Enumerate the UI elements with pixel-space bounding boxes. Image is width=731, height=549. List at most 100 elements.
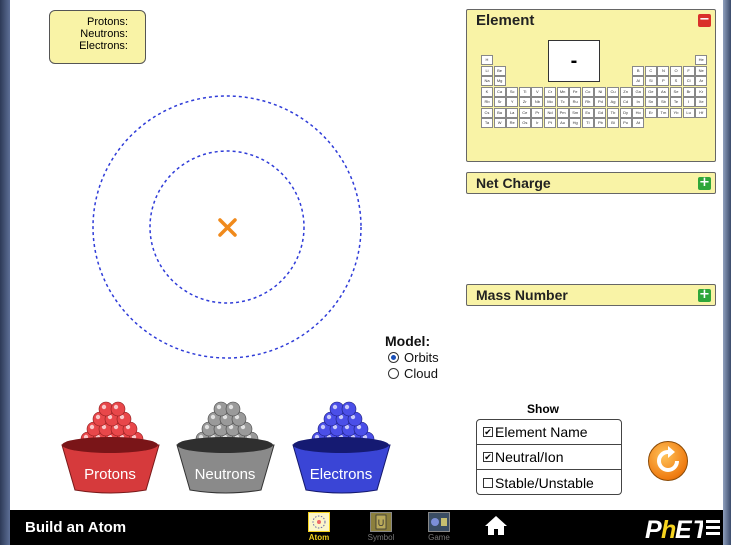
periodic-table-cell[interactable]: Po	[619, 118, 632, 128]
periodic-table-cell[interactable]: Rb	[481, 97, 493, 107]
periodic-table-cell[interactable]: Be	[493, 65, 506, 76]
periodic-table-cell[interactable]: Cs	[481, 107, 493, 118]
periodic-table-cell[interactable]: Cd	[619, 97, 632, 107]
periodic-table-cell[interactable]: Ne	[695, 65, 708, 76]
particle[interactable]	[110, 401, 126, 417]
periodic-table-cell[interactable]: Ag	[607, 97, 619, 107]
periodic-table-cell[interactable]: I	[682, 97, 695, 107]
periodic-table-cell[interactable]: Re	[506, 118, 519, 128]
menu-icon[interactable]	[706, 520, 720, 538]
periodic-table-cell[interactable]: Pr	[531, 107, 544, 118]
periodic-table-cell[interactable]: As	[657, 86, 670, 97]
periodic-table-cell[interactable]: Pm	[556, 107, 569, 118]
periodic-table-cell[interactable]: Br	[682, 86, 695, 97]
periodic-table-cell[interactable]: Al	[632, 76, 645, 86]
periodic-table-cell[interactable]: V	[531, 86, 544, 97]
show-element-name[interactable]: ✔ Element Name	[477, 420, 621, 445]
net-charge-panel[interactable]: Net Charge +	[466, 172, 716, 194]
periodic-table-cell[interactable]: Ho	[632, 107, 645, 118]
checkbox-empty-icon[interactable]	[483, 477, 493, 488]
periodic-table-cell[interactable]: B	[632, 65, 645, 76]
periodic-table-cell[interactable]: Sb	[657, 97, 670, 107]
periodic-table-cell[interactable]: Nd	[544, 107, 556, 118]
periodic-table-cell[interactable]: Ge	[644, 86, 657, 97]
periodic-table-cell[interactable]: Xe	[695, 97, 708, 107]
periodic-table-cell[interactable]: H	[481, 55, 493, 65]
periodic-table-cell[interactable]: Li	[481, 65, 493, 76]
periodic-table-cell[interactable]: P	[657, 76, 670, 86]
periodic-table-cell[interactable]: Cl	[682, 76, 695, 86]
periodic-table-cell[interactable]: Sm	[569, 107, 582, 118]
periodic-table-cell[interactable]: Sn	[644, 97, 657, 107]
periodic-table-cell[interactable]: Ce	[518, 107, 531, 118]
periodic-table-cell[interactable]: Ba	[493, 107, 506, 118]
periodic-table-cell[interactable]: Ir	[531, 118, 544, 128]
show-neutral-ion[interactable]: ✔ Neutral/Ion	[477, 445, 621, 470]
protons-bucket[interactable]: Protons	[58, 392, 168, 497]
periodic-table-cell[interactable]: Kr	[695, 86, 708, 97]
radio-button[interactable]	[388, 351, 399, 363]
periodic-table-cell[interactable]: O	[670, 65, 682, 76]
periodic-table-cell[interactable]: Cr	[544, 86, 556, 97]
periodic-table-cell[interactable]: Na	[481, 76, 493, 86]
radio-button[interactable]	[388, 367, 399, 379]
periodic-table-cell[interactable]: Ta	[481, 118, 493, 128]
periodic-table-cell[interactable]: Er	[644, 107, 657, 118]
periodic-table-cell[interactable]: Lu	[682, 107, 695, 118]
periodic-table-cell[interactable]: Ru	[569, 97, 582, 107]
periodic-table-cell[interactable]: Ti	[518, 86, 531, 97]
periodic-table-cell[interactable]: Zr	[518, 97, 531, 107]
tab-game[interactable]: Game	[420, 512, 458, 542]
expand-icon[interactable]: +	[698, 288, 711, 302]
periodic-table-cell[interactable]: Cu	[607, 86, 619, 97]
checkbox-checked-icon[interactable]: ✔	[483, 452, 493, 462]
reset-all-button[interactable]	[648, 441, 688, 481]
periodic-table-cell[interactable]: Tc	[556, 97, 569, 107]
periodic-table-cell[interactable]: Sc	[506, 86, 519, 97]
electrons-bucket[interactable]: Electrons	[289, 392, 399, 497]
periodic-table-cell[interactable]: He	[695, 55, 708, 65]
tab-atom[interactable]: Atom	[300, 512, 338, 542]
periodic-table-cell[interactable]: Mo	[544, 97, 556, 107]
periodic-table-cell[interactable]: Mg	[493, 76, 506, 86]
periodic-table-cell[interactable]: Pt	[544, 118, 556, 128]
periodic-table-cell[interactable]: Zn	[619, 86, 632, 97]
phet-logo[interactable]: P h ET	[645, 514, 710, 549]
periodic-table-cell[interactable]: K	[481, 86, 493, 97]
particle[interactable]	[341, 401, 357, 417]
periodic-table-cell[interactable]: Hg	[569, 118, 582, 128]
periodic-table-cell[interactable]: F	[682, 65, 695, 76]
periodic-table-cell[interactable]: S	[670, 76, 682, 86]
mass-number-panel[interactable]: Mass Number +	[466, 284, 716, 306]
expand-icon[interactable]: +	[698, 176, 711, 190]
periodic-table-cell[interactable]: Pb	[594, 118, 607, 128]
periodic-table-cell[interactable]: Si	[644, 76, 657, 86]
periodic-table-cell[interactable]: Tb	[607, 107, 619, 118]
periodic-table-cell[interactable]: Hf	[695, 107, 708, 118]
periodic-table-cell[interactable]: Se	[670, 86, 682, 97]
periodic-table-cell[interactable]: Fe	[569, 86, 582, 97]
periodic-table-cell[interactable]: Dy	[619, 107, 632, 118]
periodic-table-cell[interactable]: Au	[556, 118, 569, 128]
periodic-table-cell[interactable]: W	[493, 118, 506, 128]
periodic-table-cell[interactable]: Y	[506, 97, 519, 107]
periodic-table-cell[interactable]: Ar	[695, 76, 708, 86]
periodic-table-cell[interactable]: Mn	[556, 86, 569, 97]
periodic-table-cell[interactable]: Bi	[607, 118, 619, 128]
periodic-table-cell[interactable]: In	[632, 97, 645, 107]
periodic-table-cell[interactable]: Os	[518, 118, 531, 128]
periodic-table-cell[interactable]: Nb	[531, 97, 544, 107]
collapse-icon[interactable]: −	[698, 13, 711, 27]
periodic-table-cell[interactable]: C	[644, 65, 657, 76]
periodic-table-cell[interactable]: Eu	[581, 107, 594, 118]
home-icon[interactable]	[484, 514, 508, 541]
show-stable-unstable[interactable]: Stable/Unstable	[477, 470, 621, 495]
periodic-table-cell[interactable]: Pd	[594, 97, 607, 107]
periodic-table-cell[interactable]: Yb	[670, 107, 682, 118]
periodic-table-cell[interactable]: Sr	[493, 97, 506, 107]
periodic-table-cell[interactable]: Gd	[594, 107, 607, 118]
periodic-table-cell[interactable]: Tl	[581, 118, 594, 128]
checkbox-checked-icon[interactable]: ✔	[483, 427, 493, 437]
periodic-table-cell[interactable]: Te	[670, 97, 682, 107]
periodic-table-cell[interactable]: Rh	[581, 97, 594, 107]
